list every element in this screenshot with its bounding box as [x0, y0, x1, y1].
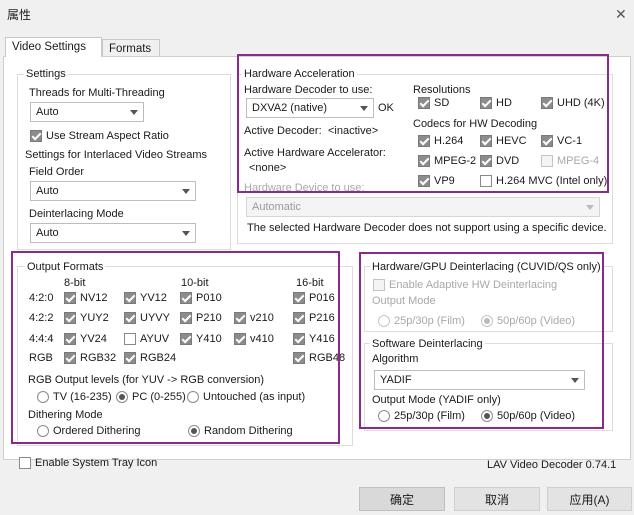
threads-select[interactable]: Auto	[30, 102, 144, 122]
system-tray-label: Enable System Tray Icon	[35, 457, 158, 469]
chevron-down-icon	[182, 188, 190, 194]
highlight-deinterlacing	[359, 252, 604, 429]
chevron-down-icon	[182, 230, 190, 236]
deinterlacing-mode-select[interactable]: Auto	[30, 223, 196, 243]
settings-group-label: Settings	[24, 68, 68, 80]
highlight-hw-accel	[237, 54, 609, 193]
system-tray-checkbox[interactable]: Enable System Tray Icon	[19, 457, 157, 469]
apply-button[interactable]: 应用(A)	[547, 487, 632, 511]
checkbox-icon	[19, 457, 31, 469]
highlight-output-formats	[11, 251, 340, 444]
threads-label: Threads for Multi-Threading	[29, 87, 165, 99]
tab-video-settings[interactable]: Video Settings	[5, 37, 102, 57]
interlaced-settings-label: Settings for Interlaced Video Streams	[25, 149, 208, 161]
field-order-select[interactable]: Auto	[30, 181, 196, 201]
stream-aspect-checkbox[interactable]: Use Stream Aspect Ratio	[30, 130, 169, 142]
hw-device-select[interactable]: Automatic	[246, 197, 600, 217]
tab-formats[interactable]: Formats	[102, 39, 160, 57]
close-icon[interactable]: ✕	[615, 6, 627, 23]
field-order-value: Auto	[36, 185, 59, 197]
hw-device-value: Automatic	[252, 201, 301, 213]
window-title: 属性	[7, 8, 32, 22]
threads-value: Auto	[36, 106, 59, 118]
deinterlacing-mode-value: Auto	[36, 227, 59, 239]
stream-aspect-label: Use Stream Aspect Ratio	[46, 130, 169, 142]
version-label: LAV Video Decoder 0.74.1	[487, 459, 617, 471]
deinterlacing-mode-label: Deinterlacing Mode	[29, 208, 124, 220]
chevron-down-icon	[586, 204, 594, 210]
chevron-down-icon	[130, 109, 138, 115]
checkbox-icon	[30, 130, 42, 142]
hw-device-note: The selected Hardware Decoder does not s…	[247, 222, 607, 234]
cancel-button[interactable]: 取消	[454, 487, 540, 511]
field-order-label: Field Order	[29, 166, 85, 178]
ok-button[interactable]: 确定	[359, 487, 445, 511]
